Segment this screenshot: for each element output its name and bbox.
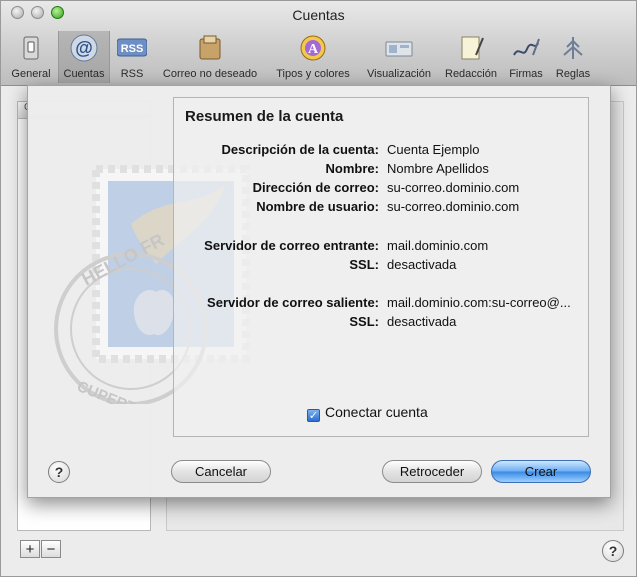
row-value: desactivada xyxy=(387,314,457,329)
summary-row-outgoing-ssl: SSL: desactivada xyxy=(174,314,588,331)
rss-icon: RSS xyxy=(117,38,147,57)
preferences-help-button[interactable]: ? xyxy=(602,540,624,562)
account-summary-panel: Resumen de la cuenta Descripción de la c… xyxy=(173,97,589,437)
row-value: mail.dominio.com:su-correo@... xyxy=(387,295,571,310)
summary-row-name: Nombre: Nombre Apellidos xyxy=(174,161,588,178)
titlebar: Cuentas General @ Cuentas RSS RSS Correo… xyxy=(1,1,636,86)
junk-mail-icon xyxy=(199,35,221,60)
checkmark-icon[interactable]: ✓ xyxy=(307,409,320,422)
summary-row-username: Nombre de usuario: su-correo.dominio.com xyxy=(174,199,588,216)
row-label: Descripción de la cuenta: xyxy=(221,142,380,157)
row-label: Servidor de correo saliente: xyxy=(207,295,379,310)
fonts-colors-icon: A xyxy=(300,35,326,61)
row-label: Nombre de usuario: xyxy=(256,199,379,214)
row-label: SSL: xyxy=(349,314,379,329)
toolbar-item-redaccion[interactable]: Redacción xyxy=(441,31,501,83)
create-button[interactable]: Crear xyxy=(491,460,591,483)
rss-badge-text: RSS xyxy=(121,43,144,55)
window-title: Cuentas xyxy=(292,7,345,23)
panel-title: Resumen de la cuenta xyxy=(185,108,344,125)
row-value: mail.dominio.com xyxy=(387,238,489,253)
row-value: su-correo.dominio.com xyxy=(387,199,520,214)
switch-icon xyxy=(23,36,39,60)
fonts-glyph: A xyxy=(308,42,319,57)
cancel-button[interactable]: Cancelar xyxy=(171,460,271,483)
toolbar-item-tipos-y-colores[interactable]: A Tipos y colores xyxy=(269,31,357,83)
composing-icon xyxy=(461,36,484,60)
add-account-button[interactable]: + xyxy=(20,540,40,558)
toolbar-item-general[interactable]: General xyxy=(8,31,54,83)
remove-account-button[interactable]: − xyxy=(41,540,61,558)
summary-row-email: Dirección de correo: su-correo.dominio.c… xyxy=(174,180,588,197)
toolbar-item-cuentas[interactable]: @ Cuentas xyxy=(58,31,110,83)
preferences-toolbar: General @ Cuentas RSS RSS Correo no dese… xyxy=(1,31,636,83)
toolbar-item-correo-no-deseado[interactable]: Correo no deseado xyxy=(156,31,264,83)
at-sign-icon: @ xyxy=(70,34,98,62)
signature-icon xyxy=(513,38,540,56)
toolbar-item-rss[interactable]: RSS RSS xyxy=(111,31,153,83)
viewing-icon xyxy=(385,41,413,57)
summary-row-outgoing-server: Servidor de correo saliente: mail.domini… xyxy=(174,295,588,312)
toolbar-item-firmas[interactable]: Firmas xyxy=(504,31,548,83)
row-value: su-correo.dominio.com xyxy=(387,180,520,195)
back-button[interactable]: Retroceder xyxy=(382,460,482,483)
summary-row-incoming-ssl: SSL: desactivada xyxy=(174,257,588,274)
connect-account-label: Conectar cuenta xyxy=(325,404,428,420)
summary-row-description: Descripción de la cuenta: Cuenta Ejemplo xyxy=(174,142,588,159)
connect-account-checkbox[interactable]: ✓ Conectar cuenta xyxy=(307,404,428,422)
row-value: Nombre Apellidos xyxy=(387,161,489,176)
svg-text:@: @ xyxy=(75,38,93,58)
row-value: desactivada xyxy=(387,257,457,272)
rules-icon xyxy=(563,37,583,59)
row-label: SSL: xyxy=(349,257,379,272)
row-label: Dirección de correo: xyxy=(252,180,379,195)
toolbar-item-visualizacion[interactable]: Visualización xyxy=(361,31,437,83)
toolbar-item-reglas[interactable]: Reglas xyxy=(551,31,595,83)
row-label: Nombre: xyxy=(325,161,379,176)
account-setup-sheet: HELLO FR CUPERTINO, CA Resumen de la cue… xyxy=(27,85,611,498)
row-label: Servidor de correo entrante: xyxy=(204,238,379,253)
mail-preferences-window: Cuentas General @ Cuentas RSS RSS Correo… xyxy=(0,0,637,577)
summary-row-incoming-server: Servidor de correo entrante: mail.domini… xyxy=(174,238,588,255)
sheet-help-button[interactable]: ? xyxy=(48,461,70,483)
row-value: Cuenta Ejemplo xyxy=(387,142,480,157)
